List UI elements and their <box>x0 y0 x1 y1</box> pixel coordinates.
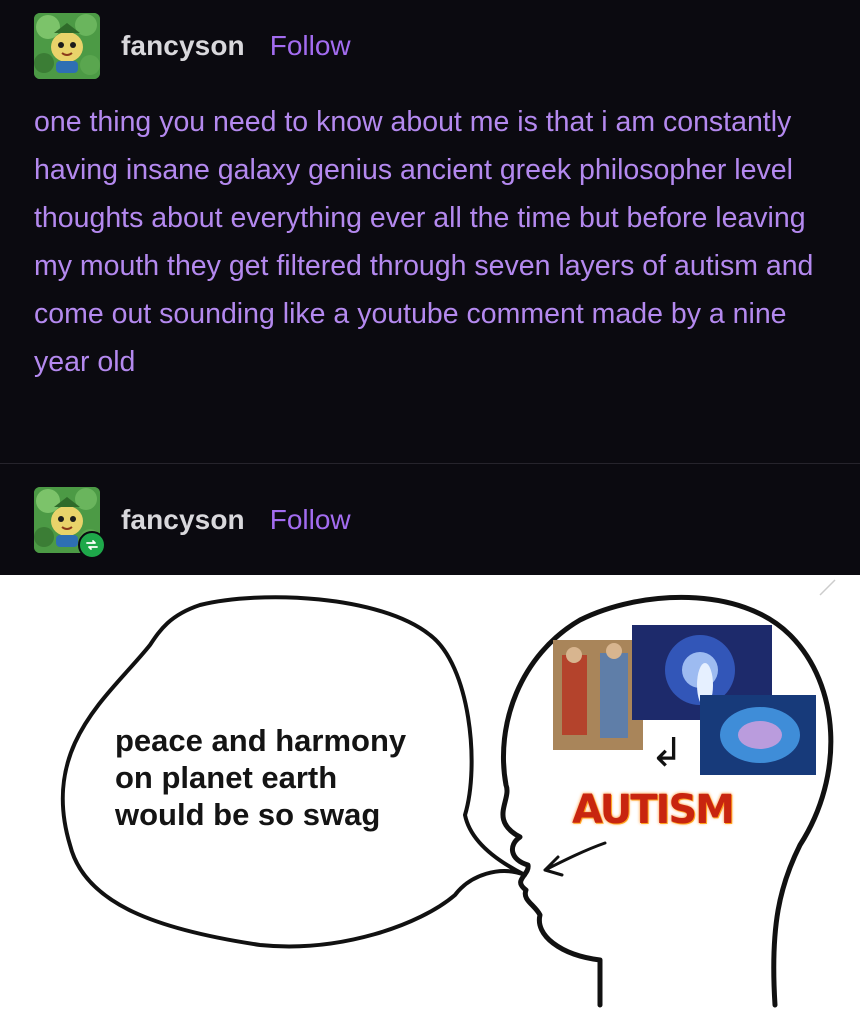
meme-image: peace and harmony on planet earth would … <box>0 575 860 1023</box>
mouth-arrow <box>543 841 607 877</box>
reblog-header: fancyson Follow <box>34 487 351 559</box>
avatar[interactable] <box>34 487 106 559</box>
bubble-line: on planet earth <box>115 760 338 795</box>
username[interactable]: fancyson <box>121 30 245 62</box>
reblog-icon <box>78 531 106 559</box>
follow-button[interactable]: Follow <box>270 504 351 536</box>
bubble-line: peace and harmony <box>115 723 407 758</box>
avatar-image <box>34 13 100 79</box>
post-body-text: one thing you need to know about me is t… <box>34 106 814 378</box>
post-divider <box>0 463 860 464</box>
follow-button[interactable]: Follow <box>270 30 351 62</box>
avatar[interactable] <box>34 13 100 79</box>
username[interactable]: fancyson <box>121 504 245 536</box>
down-arrow-icon: ↲ <box>650 730 684 776</box>
post-header: fancyson Follow <box>34 13 351 79</box>
speech-bubble-text: peace and harmony on planet earth would … <box>115 722 406 833</box>
bubble-line: would be so swag <box>115 797 381 832</box>
autism-label: AUTISM <box>572 787 735 833</box>
